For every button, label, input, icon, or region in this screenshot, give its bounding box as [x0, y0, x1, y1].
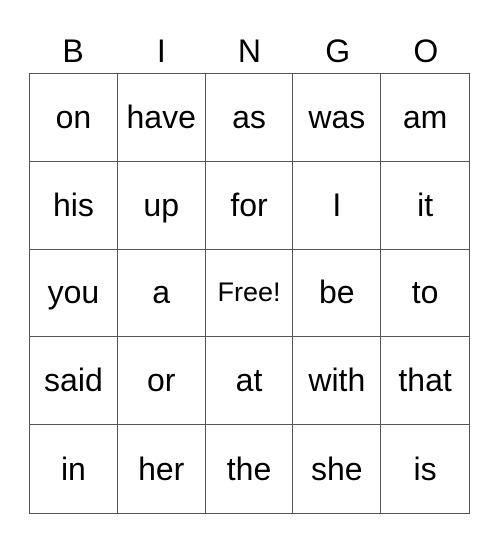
header-letter: G	[325, 33, 351, 69]
header-letter: B	[62, 33, 84, 69]
bingo-cell[interactable]: the	[206, 425, 294, 513]
bingo-cell[interactable]: was	[293, 74, 382, 162]
bingo-cell[interactable]: up	[117, 161, 206, 250]
bingo-cell[interactable]: it	[381, 162, 469, 250]
bingo-header: B I N G O	[29, 30, 470, 73]
bingo-cell[interactable]: her	[118, 425, 206, 513]
bingo-cell[interactable]: to	[381, 250, 469, 338]
header-letter: O	[413, 33, 439, 69]
bingo-cell[interactable]: on	[30, 74, 118, 162]
bingo-cell[interactable]: am	[381, 74, 469, 162]
bingo-cell[interactable]: a	[117, 249, 206, 338]
bingo-cell[interactable]: or	[117, 337, 206, 426]
bingo-cell[interactable]: for	[205, 161, 294, 250]
bingo-cell[interactable]: said	[30, 337, 118, 426]
bingo-cell[interactable]: his	[30, 161, 118, 250]
bingo-cell[interactable]: with	[293, 337, 382, 426]
bingo-cell[interactable]: you	[30, 249, 118, 338]
bingo-cell[interactable]: is	[381, 425, 469, 513]
bingo-grid: on have as was am his up for I it you a …	[29, 73, 470, 514]
bingo-cell[interactable]: have	[117, 74, 206, 162]
bingo-cell[interactable]: as	[205, 74, 294, 162]
bingo-cell[interactable]: in	[30, 425, 118, 513]
bingo-cell[interactable]: at	[205, 337, 294, 426]
bingo-cell[interactable]: I	[293, 161, 382, 250]
bingo-cell[interactable]: that	[381, 337, 469, 426]
free-space-cell[interactable]: Free!	[205, 249, 294, 338]
bingo-cell[interactable]: she	[293, 425, 382, 513]
bingo-cell[interactable]: be	[293, 249, 382, 338]
header-letter: I	[156, 33, 166, 69]
header-letter: N	[237, 33, 262, 69]
